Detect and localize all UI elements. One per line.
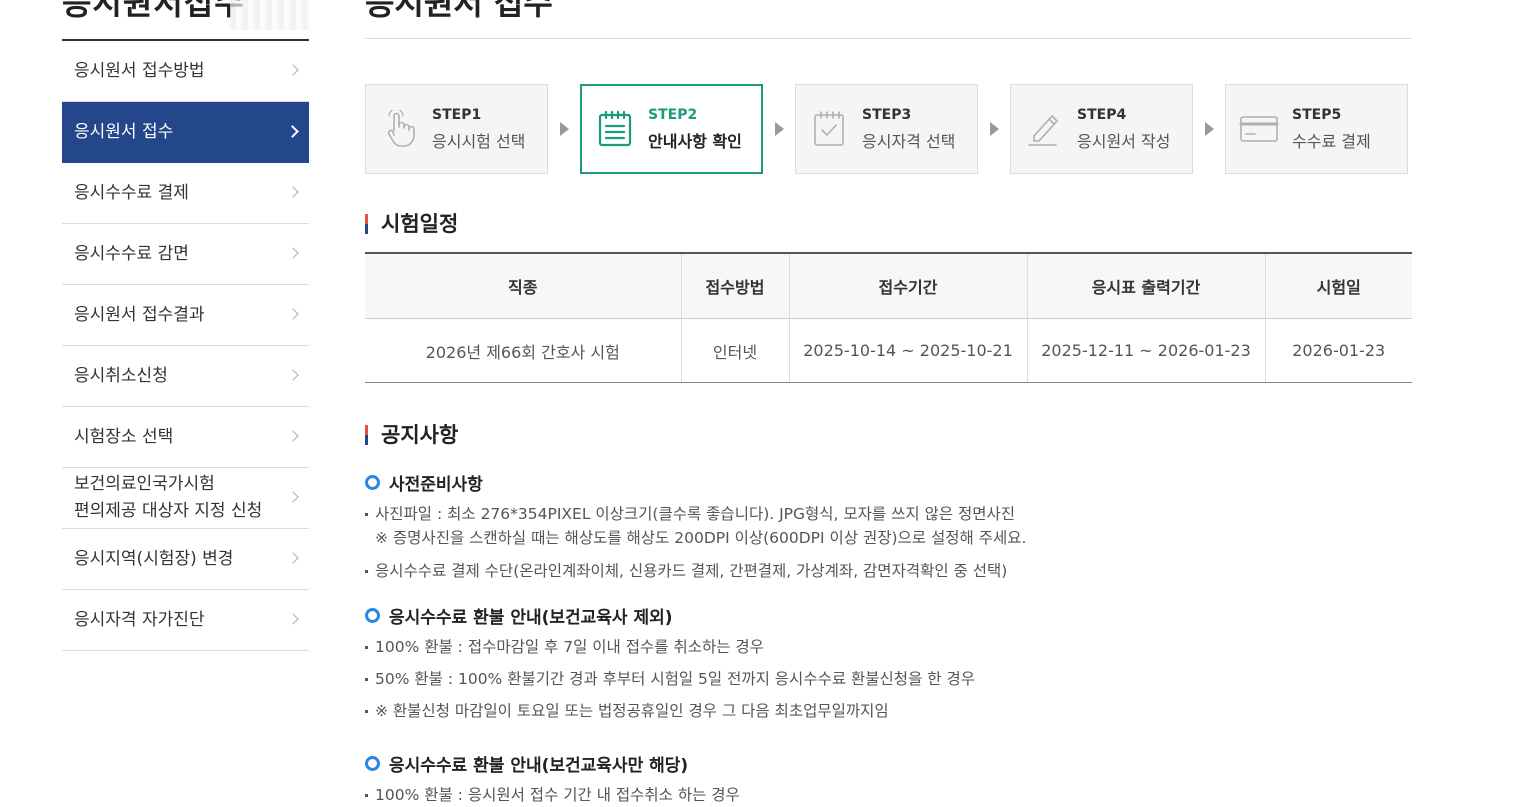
cell-method: 인터넷 bbox=[680, 318, 789, 383]
chevron-right-icon bbox=[287, 552, 299, 564]
sidebar-item-fee-payment[interactable]: 응시수수료 결제 bbox=[62, 163, 309, 224]
circle-bullet-icon bbox=[365, 474, 380, 490]
step-number: STEP2 bbox=[648, 106, 698, 123]
circle-bullet-icon bbox=[365, 607, 380, 623]
step-2: STEP2 안내사항 확인 bbox=[580, 84, 763, 174]
sidebar-item-label: 응시자격 자가진단 bbox=[74, 609, 205, 630]
circle-bullet-icon bbox=[365, 755, 380, 771]
sidebar-item-exam-location[interactable]: 시험장소 선택 bbox=[62, 407, 309, 468]
step-name: 응시자격 선택 bbox=[862, 131, 956, 151]
notice-refund-section: 응시수수료 환불 안내(보건교육사 제외) 100% 환불 : 접수마감일 후 … bbox=[365, 603, 1412, 723]
step-progress: STEP1 응시시험 선택 STEP2 안내사항 확인 STEP3 응시자격 선… bbox=[365, 84, 1412, 174]
step-arrow-icon bbox=[990, 122, 999, 136]
chevron-right-icon bbox=[287, 613, 299, 625]
sidebar-menu: 응시원서 접수방법 응시원서 접수 응시수수료 결제 응시수수료 감면 응시원서… bbox=[62, 39, 309, 651]
chevron-right-icon bbox=[287, 186, 299, 198]
cell-print-period: 2025-12-11 ~ 2026-01-23 bbox=[1026, 318, 1265, 383]
step-3: STEP3 응시자격 선택 bbox=[795, 84, 978, 174]
notice-subheading: 응시수수료 환불 안내(보건교육사만 해당) bbox=[365, 751, 1412, 776]
step-arrow-icon bbox=[1205, 122, 1214, 136]
sidebar-item-label: 시험장소 선택 bbox=[74, 426, 174, 447]
sidebar-item-label: 보건의료인국가시험 편의제공 대상자 지정 신청 bbox=[74, 474, 263, 521]
sidebar-item-label: 응시수수료 감면 bbox=[74, 243, 189, 264]
step-1: STEP1 응시시험 선택 bbox=[365, 84, 548, 174]
notice-subheading-label: 응시수수료 환불 안내(보건교육사 제외) bbox=[389, 607, 673, 628]
notice-subheading-label: 응시수수료 환불 안내(보건교육사만 해당) bbox=[389, 755, 689, 776]
sidebar-item-label: 응시원서 접수 bbox=[74, 121, 174, 142]
notice-subheading: 사전준비사항 bbox=[365, 470, 1412, 495]
checklist-icon bbox=[796, 84, 862, 174]
chevron-right-icon bbox=[287, 491, 299, 503]
notice-heading: 공지사항 bbox=[365, 423, 458, 447]
step-name: 응시원서 작성 bbox=[1077, 131, 1171, 151]
sidebar-item-application[interactable]: 응시원서 접수 bbox=[62, 102, 309, 163]
chevron-right-icon bbox=[287, 64, 299, 76]
notice-line: 응시수수료 결제 수단(온라인계좌이체, 신용카드 결제, 간편결제, 가상계좌… bbox=[365, 559, 1412, 583]
step-number: STEP5 bbox=[1292, 106, 1342, 123]
step-arrow-icon bbox=[560, 122, 569, 136]
title-divider bbox=[365, 38, 1412, 39]
notice-line: 100% 환불 : 응시원서 접수 기간 내 접수취소 하는 경우 bbox=[365, 783, 1412, 807]
step-name: 수수료 결제 bbox=[1292, 131, 1371, 151]
notice-list-icon bbox=[582, 84, 648, 174]
chevron-right-icon bbox=[286, 125, 299, 138]
sidebar-item-application-result[interactable]: 응시원서 접수결과 bbox=[62, 285, 309, 346]
notice-subheading: 응시수수료 환불 안내(보건교육사 제외) bbox=[365, 603, 1412, 628]
sidebar-item-cancel-request[interactable]: 응시취소신청 bbox=[62, 346, 309, 407]
sidebar-item-region-change[interactable]: 응시지역(시험장) 변경 bbox=[62, 529, 309, 590]
notice-line: 사진파일 : 최소 276*354PIXEL 이상크기(클수록 좋습니다). J… bbox=[365, 502, 1412, 526]
step-number: STEP4 bbox=[1077, 106, 1127, 123]
notice-note: ※ 증명사진을 스캔하실 때는 해상도를 해상도 200DPI 이상(600DP… bbox=[375, 529, 1027, 547]
step-4: STEP4 응시원서 작성 bbox=[1010, 84, 1193, 174]
notice-line: ※ 환불신청 마감일이 토요일 또는 법정공휴일인 경우 그 다음 최초업무일까… bbox=[365, 699, 1412, 723]
step-5: STEP5 수수료 결제 bbox=[1225, 84, 1408, 174]
column-header-print-period: 응시표 출력기간 bbox=[1026, 252, 1265, 319]
hand-pointer-icon bbox=[366, 84, 432, 174]
pencil-icon bbox=[1011, 84, 1077, 174]
cell-exam-date: 2026-01-23 bbox=[1264, 318, 1412, 383]
sidebar-item-accommodation-request[interactable]: 보건의료인국가시험 편의제공 대상자 지정 신청 bbox=[62, 468, 309, 529]
step-name: 응시시험 선택 bbox=[432, 131, 526, 151]
column-header-exam-date: 시험일 bbox=[1264, 252, 1412, 319]
sidebar-item-label: 응시지역(시험장) 변경 bbox=[74, 548, 234, 569]
schedule-table: 직종 접수방법 접수기간 응시표 출력기간 시험일 2026년 제66회 간호사… bbox=[365, 252, 1412, 383]
step-number: STEP1 bbox=[432, 106, 482, 123]
sidebar-item-label: 응시원서 접수방법 bbox=[74, 60, 205, 81]
sidebar-title: 응시원서접수 bbox=[62, 0, 245, 22]
sidebar-item-label: 응시수수료 결제 bbox=[74, 182, 189, 203]
sidebar-item-application-method[interactable]: 응시원서 접수방법 bbox=[62, 41, 309, 102]
column-header-method: 접수방법 bbox=[680, 252, 789, 319]
step-name: 안내사항 확인 bbox=[648, 131, 742, 151]
page-title: 응시원서 접수 bbox=[365, 0, 553, 22]
notice-subheading-label: 사전준비사항 bbox=[389, 474, 483, 495]
table-header-row: 직종 접수방법 접수기간 응시표 출력기간 시험일 bbox=[365, 252, 1412, 319]
credit-card-icon bbox=[1226, 84, 1292, 174]
table-row: 2026년 제66회 간호사 시험 인터넷 2025-10-14 ~ 2025-… bbox=[365, 318, 1412, 383]
chevron-right-icon bbox=[287, 430, 299, 442]
step-number: STEP3 bbox=[862, 106, 912, 123]
column-header-job: 직종 bbox=[365, 252, 681, 319]
sidebar-item-fee-reduction[interactable]: 응시수수료 감면 bbox=[62, 224, 309, 285]
sidebar-item-label: 응시취소신청 bbox=[74, 365, 168, 386]
chevron-right-icon bbox=[287, 308, 299, 320]
sidebar-item-self-check[interactable]: 응시자격 자가진단 bbox=[62, 590, 309, 651]
notice-prep-section: 사전준비사항 사진파일 : 최소 276*354PIXEL 이상크기(클수록 좋… bbox=[365, 470, 1412, 583]
chevron-right-icon bbox=[287, 247, 299, 259]
notice-refund-health-educator-section: 응시수수료 환불 안내(보건교육사만 해당) 100% 환불 : 응시원서 접수… bbox=[365, 751, 1412, 807]
step-arrow-icon bbox=[775, 122, 784, 136]
cell-period: 2025-10-14 ~ 2025-10-21 bbox=[788, 318, 1027, 383]
cell-job: 2026년 제66회 간호사 시험 bbox=[365, 318, 681, 383]
schedule-heading: 시험일정 bbox=[365, 212, 458, 236]
decoration-pattern bbox=[230, 0, 310, 30]
column-header-period: 접수기간 bbox=[788, 252, 1027, 319]
chevron-right-icon bbox=[287, 369, 299, 381]
notice-line: 100% 환불 : 접수마감일 후 7일 이내 접수를 취소하는 경우 bbox=[365, 635, 1412, 659]
notice-line: 50% 환불 : 100% 환불기간 경과 후부터 시험일 5일 전까지 응시수… bbox=[365, 667, 1412, 691]
sidebar-item-label: 응시원서 접수결과 bbox=[74, 304, 205, 325]
